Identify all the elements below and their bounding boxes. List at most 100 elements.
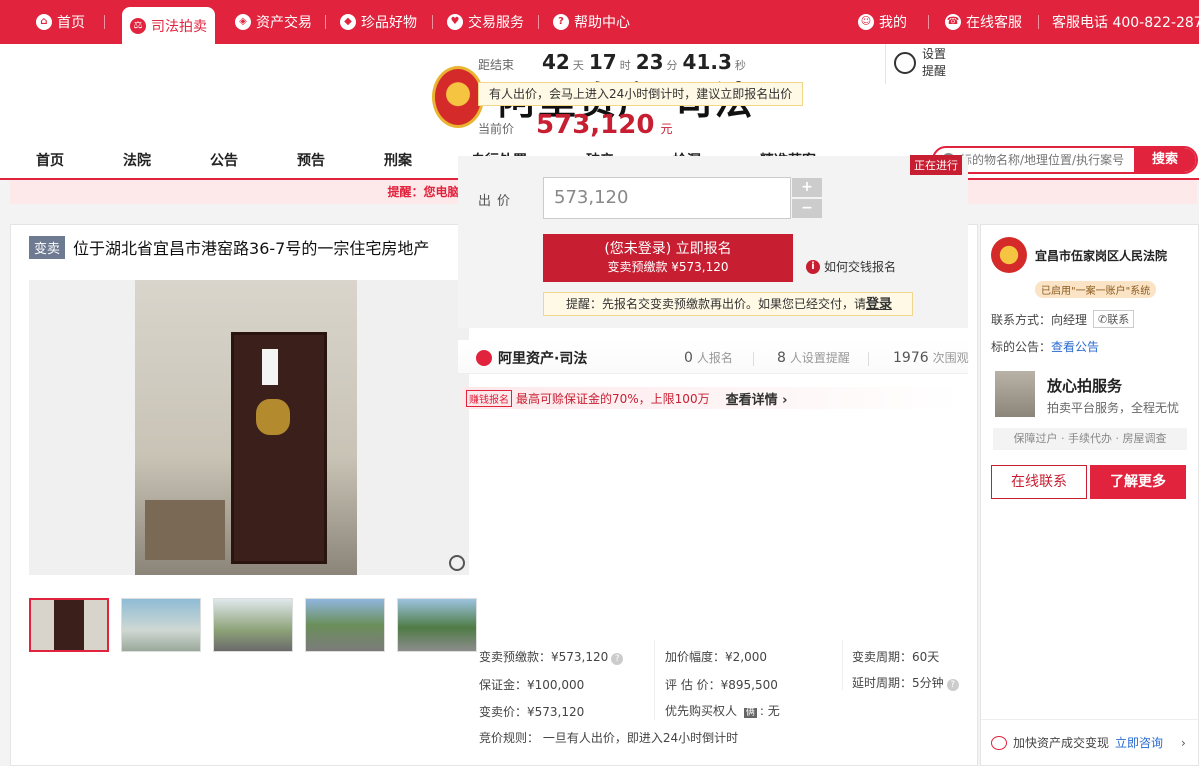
divider xyxy=(868,352,869,366)
topnav-treasures-label: 珍品好物 xyxy=(361,15,417,31)
thumbnail-4[interactable] xyxy=(305,598,385,652)
topnav-judicial-label: 司法拍卖 xyxy=(151,18,207,35)
status-badge: 正在进行 xyxy=(910,155,962,175)
bid-amount-input[interactable]: 573,120 xyxy=(543,177,791,219)
notice-paper xyxy=(262,349,278,385)
promo-details-link[interactable]: 查看详情 › xyxy=(726,389,788,408)
mainnav-criminal[interactable]: 刑案 xyxy=(384,150,412,170)
topnav-asset-label: 资产交易 xyxy=(256,15,312,31)
mainnav-announcements[interactable]: 公告 xyxy=(210,150,238,170)
divider xyxy=(753,352,754,366)
priority-buyer-info: 优先购买权人 俩: 无 xyxy=(665,704,780,718)
service-features: 保障过户 · 手续代办 · 房屋调查 xyxy=(993,428,1187,450)
topnav-judicial-auction[interactable]: ⚖ 司法拍卖 xyxy=(122,7,215,44)
countdown-minutes: 23 xyxy=(635,50,664,74)
phone-icon: ✆ xyxy=(1098,313,1108,326)
online-service-link[interactable]: ☎ 在线客服 xyxy=(945,0,1022,44)
alarm-clock-icon xyxy=(894,52,916,74)
consult-text: 加快资产成交变现 xyxy=(1013,736,1110,750)
priority-buyer-label: 优先购买权人 xyxy=(665,704,738,718)
item-title-row: 变卖 位于湖北省宜昌市港窑路36-7号的一宗住宅房地产 xyxy=(29,235,429,259)
top-bar: ⌂ 首页 ⚖ 司法拍卖 ◈ 资产交易 ◆ 珍品好物 ♥ 交易服务 ? 帮助中心 ☺ 我的 ☎ 在… xyxy=(0,0,1199,44)
help-icon: ? xyxy=(553,14,569,30)
contact-button[interactable]: ✆联系 xyxy=(1093,310,1135,328)
countdown-hours: 17 xyxy=(588,50,617,74)
signup-count-label: 人报名 xyxy=(696,351,733,365)
home-icon: ⌂ xyxy=(36,14,52,30)
search-input[interactable] xyxy=(960,150,1130,170)
current-price-unit: 元 xyxy=(660,122,673,136)
building-image xyxy=(995,371,1035,417)
door-shape xyxy=(231,332,327,564)
info-icon: i xyxy=(806,259,820,274)
consult-link[interactable]: 立即咨询 xyxy=(1115,734,1163,751)
view-announcement-link[interactable]: 查看公告 xyxy=(1051,338,1099,355)
divider xyxy=(654,640,655,720)
current-price: 当前价 573,120 元 xyxy=(478,110,672,140)
hotline: 客服电话 400-822-2870 xyxy=(1052,15,1199,31)
topnav-services-label: 交易服务 xyxy=(468,15,524,31)
zoom-icon[interactable] xyxy=(449,555,465,571)
announcement-row: 标的公告： 查看公告 xyxy=(991,338,1099,355)
divider xyxy=(104,15,105,29)
countdown-timer: 距结束 42 天 17 时 23 分 41.3 秒 xyxy=(478,50,751,74)
question-icon[interactable]: ? xyxy=(611,653,624,665)
court-header[interactable]: 宜昌市伍家岗区人民法院 xyxy=(991,237,1167,273)
signup-count: 0 人报名 xyxy=(684,349,733,366)
thumbnail-3[interactable] xyxy=(213,598,293,652)
topnav-asset-trade[interactable]: ◈ 资产交易 xyxy=(235,0,312,44)
item-title: 位于湖北省宜昌市港窑路36-7号的一宗住宅房地产 xyxy=(73,239,430,258)
mainnav-courts[interactable]: 法院 xyxy=(123,150,151,170)
priority-badge: 俩 xyxy=(743,708,757,718)
increment-info: 加价幅度：¥2,000 xyxy=(665,650,767,664)
divider xyxy=(1038,15,1039,29)
period-info: 变卖周期：60天 xyxy=(852,650,940,664)
my-label: 我的 xyxy=(879,15,907,31)
contact-name: 向经理 xyxy=(1051,312,1088,327)
bid-rule-info: 竞价规则： 一旦有人出价，即进入24小时倒计时 xyxy=(479,731,739,745)
brand-mark: 阿里资产·司法 xyxy=(476,348,587,368)
chevron-right-icon: › xyxy=(1181,735,1186,750)
login-tip-text: 提醒：先报名交变卖预缴款再出价。如果您已经交付，请 xyxy=(566,297,867,311)
thumbnail-2[interactable] xyxy=(121,598,201,652)
thumbnail-strip xyxy=(29,598,477,652)
court-emblem-icon xyxy=(432,66,484,128)
view-count: 1976 次围观 xyxy=(893,349,969,366)
signup-now-button[interactable]: (您未登录) 立即报名 变卖预缴款 ¥573,120 xyxy=(543,234,793,282)
consult-footer[interactable]: 加快资产成交变现 立即咨询 › xyxy=(981,719,1198,765)
reminder-count-value: 8 xyxy=(777,350,786,366)
signup-line-1: (您未登录) 立即报名 xyxy=(604,241,732,257)
boxes-shape xyxy=(145,500,225,560)
mainnav-previews[interactable]: 预告 xyxy=(297,150,325,170)
deposit-info: 变卖预缴款：¥573,120? xyxy=(479,648,624,665)
divider xyxy=(325,15,326,29)
search-button[interactable]: 搜索 xyxy=(1134,148,1196,172)
topnav-home[interactable]: ⌂ 首页 xyxy=(36,0,85,44)
topnav-help-label: 帮助中心 xyxy=(574,15,630,31)
topnav-services[interactable]: ♥ 交易服务 xyxy=(447,0,524,44)
set-reminder-button[interactable]: 设置提醒 xyxy=(885,44,955,84)
login-tip: 提醒：先报名交变卖预缴款再出价。如果您已经交付，请登录 xyxy=(543,292,913,316)
mainnav-home[interactable]: 首页 xyxy=(36,150,64,170)
thumbnail-1[interactable] xyxy=(29,598,109,652)
topnav-treasures[interactable]: ◆ 珍品好物 xyxy=(340,0,417,44)
countdown-seconds: 41.3 xyxy=(682,50,732,74)
topnav-help[interactable]: ? 帮助中心 xyxy=(553,0,630,44)
bid-tip: 有人出价，会马上进入24小时倒计时，建议立即报名出价 xyxy=(478,82,804,106)
login-link[interactable]: 登录 xyxy=(866,297,892,312)
thumbnail-5[interactable] xyxy=(397,598,477,652)
divider xyxy=(928,15,929,29)
online-contact-button[interactable]: 在线联系 xyxy=(991,465,1087,499)
how-to-pay-link[interactable]: i 如何交钱报名 xyxy=(806,258,896,275)
deposit-text: 变卖预缴款：¥573,120 xyxy=(479,650,609,664)
learn-more-button[interactable]: 了解更多 xyxy=(1090,465,1186,499)
decrease-bid-button[interactable]: − xyxy=(792,199,822,218)
contact-row: 联系方式： 向经理 ✆联系 xyxy=(991,310,1135,328)
my-account-link[interactable]: ☺ 我的 xyxy=(858,0,907,44)
announcement-label: 标的公告： xyxy=(991,340,1052,354)
promo-banner: 赚钱报名 最高可赊保证金的70%，上限100万 查看详情 › xyxy=(462,387,962,409)
increase-bid-button[interactable]: + xyxy=(792,178,822,197)
main-photo[interactable] xyxy=(29,280,469,575)
search-box: 搜索 xyxy=(932,146,1198,174)
question-icon[interactable]: ? xyxy=(946,679,959,691)
